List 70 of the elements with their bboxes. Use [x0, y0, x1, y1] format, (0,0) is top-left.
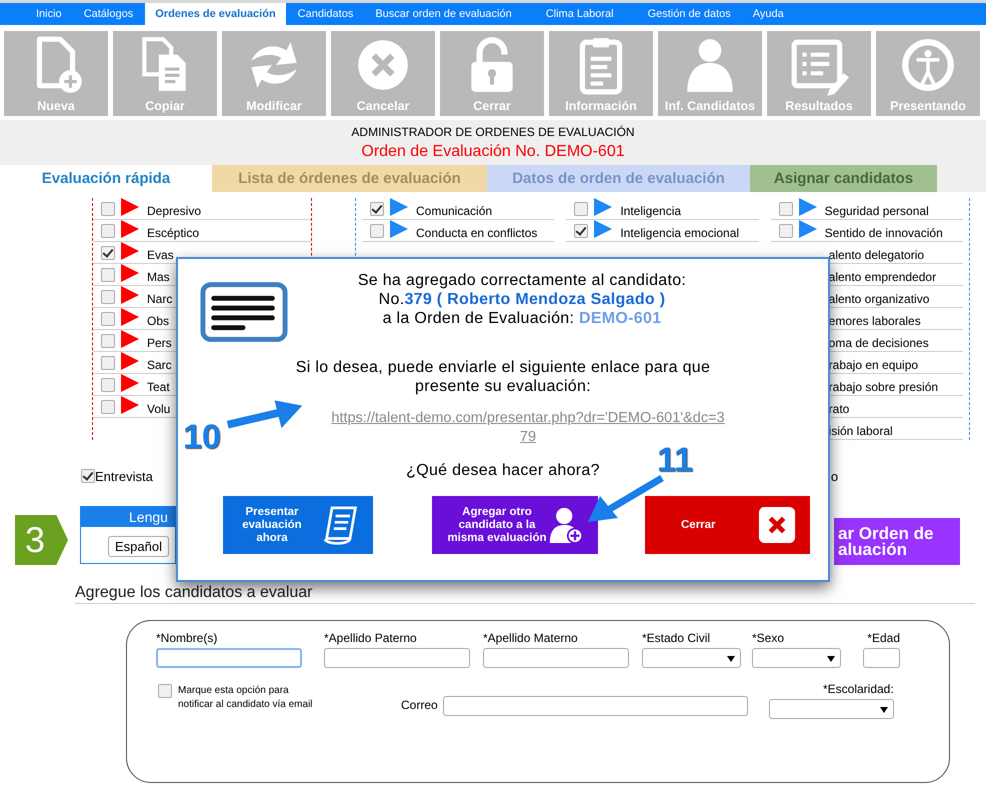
trait-label: alento emprendedor	[828, 269, 936, 284]
section-title: Agregue los candidatos a evaluar	[75, 584, 975, 604]
trait-label: Comunicación	[416, 203, 492, 218]
field-label: *Estado Civil	[642, 631, 712, 645]
field-label: *Sexo	[752, 631, 786, 645]
close-button[interactable]: Cerrar	[645, 496, 810, 554]
toolbar-button[interactable]: Cancelar	[331, 31, 435, 116]
menu-item[interactable]: Gestión de datos	[638, 3, 741, 25]
step-badge: 3	[15, 515, 68, 565]
trait-label: rabajo en equipo	[828, 357, 918, 372]
toolbar-button[interactable]: Cerrar	[440, 31, 544, 116]
trait-label: Obs	[147, 313, 170, 328]
save-order-button[interactable]: ar Orden de aluación	[834, 518, 960, 565]
language-title: Lengu	[81, 507, 175, 527]
toolbar-button[interactable]: Información	[549, 31, 653, 116]
trait-label: alento delegatorio	[828, 247, 924, 262]
trait-label: Inteligencia	[620, 203, 682, 218]
field-label: *Nombre(s)	[156, 631, 218, 645]
option-label: o	[830, 468, 838, 484]
trait-label: Depresivo	[147, 203, 202, 218]
trait-label: Mas	[147, 269, 170, 284]
menu-item[interactable]: Buscar orden de evaluación	[365, 3, 522, 25]
tab[interactable]: Lista de órdenes de evaluación	[212, 165, 487, 192]
trait-label: Inteligencia emocional	[620, 225, 740, 240]
toolbar-button[interactable]: Nueva	[4, 31, 108, 116]
trait-label: Sarc	[147, 357, 172, 372]
order-title: Orden de Evaluación No. DEMO-601	[360, 143, 626, 161]
trait-label: Teat	[147, 379, 170, 394]
toolbar-button[interactable]: Resultados	[767, 31, 871, 116]
candidate-text: No.379 ( Roberto Mendoza Salgado )	[378, 290, 666, 309]
trait-label: rabajo sobre presión	[828, 379, 938, 394]
trait-label: Seguridad personal	[824, 203, 929, 218]
order-text: a la Orden de Evaluación: DEMO-601	[382, 309, 662, 328]
present-button[interactable]: Presentar evaluación ahora	[223, 496, 373, 554]
message-text: Se ha agregado correctamente al candidato:	[356, 271, 688, 290]
link-intro-text: Si lo desea, puede enviarle el siguiente enlace para que presente su evaluación:	[294, 358, 712, 396]
menu-item[interactable]: Candidatos	[288, 3, 364, 25]
trait-label: Escéptico	[147, 225, 200, 240]
menu-item[interactable]: Ayuda	[742, 3, 794, 25]
field-label: *Edad	[867, 631, 900, 645]
question-text: ¿Qué desea hacer ahora?	[406, 461, 600, 480]
notify-label: Marque esta opción para notificar al candidato vía email	[178, 684, 314, 712]
menu-item[interactable]: Catálogos	[74, 3, 144, 25]
menu-item[interactable]: Ordenes de evaluación	[145, 3, 286, 25]
field-label: Correo	[401, 698, 438, 712]
toolbar-button[interactable]: Inf. Candidatos	[658, 31, 762, 116]
toolbar-button[interactable]: Copiar	[113, 31, 217, 116]
page-title: ADMINISTRADOR DE ORDENES DE EVALUACIÓN	[350, 125, 636, 139]
trait-label: Narc	[147, 291, 172, 306]
add-button[interactable]: Agregar otro candidato a la misma evaluación	[432, 496, 598, 554]
trait-label: emores laborales	[828, 313, 921, 328]
field-label: *Apellido Paterno	[324, 631, 418, 645]
field-label: *Escolaridad:	[822, 682, 894, 696]
tab[interactable]: Evaluación rápida	[0, 165, 212, 192]
toolbar-button[interactable]: Presentando	[876, 31, 980, 116]
trait-label: alento organizativo	[828, 291, 930, 306]
trait-label: Evas	[147, 247, 174, 262]
menu-item[interactable]: Clima Laboral	[536, 3, 624, 25]
toolbar-button[interactable]: Modificar	[222, 31, 326, 116]
tab[interactable]: Datos de orden de evaluación	[487, 165, 750, 192]
language-select[interactable]: Español	[108, 536, 169, 557]
interview-label: Entrevista	[95, 468, 153, 484]
trait-label: Sentido de innovación	[824, 225, 943, 240]
trait-label: Conducta en conflictos	[416, 225, 538, 240]
trait-label: Pers	[147, 335, 172, 350]
field-label: *Apellido Materno	[483, 631, 579, 645]
tab[interactable]: Asignar candidatos	[750, 165, 937, 192]
menu-item[interactable]: Inicio	[26, 3, 72, 25]
annotation-number: 10	[183, 420, 221, 454]
trait-label: Volu	[147, 401, 170, 416]
